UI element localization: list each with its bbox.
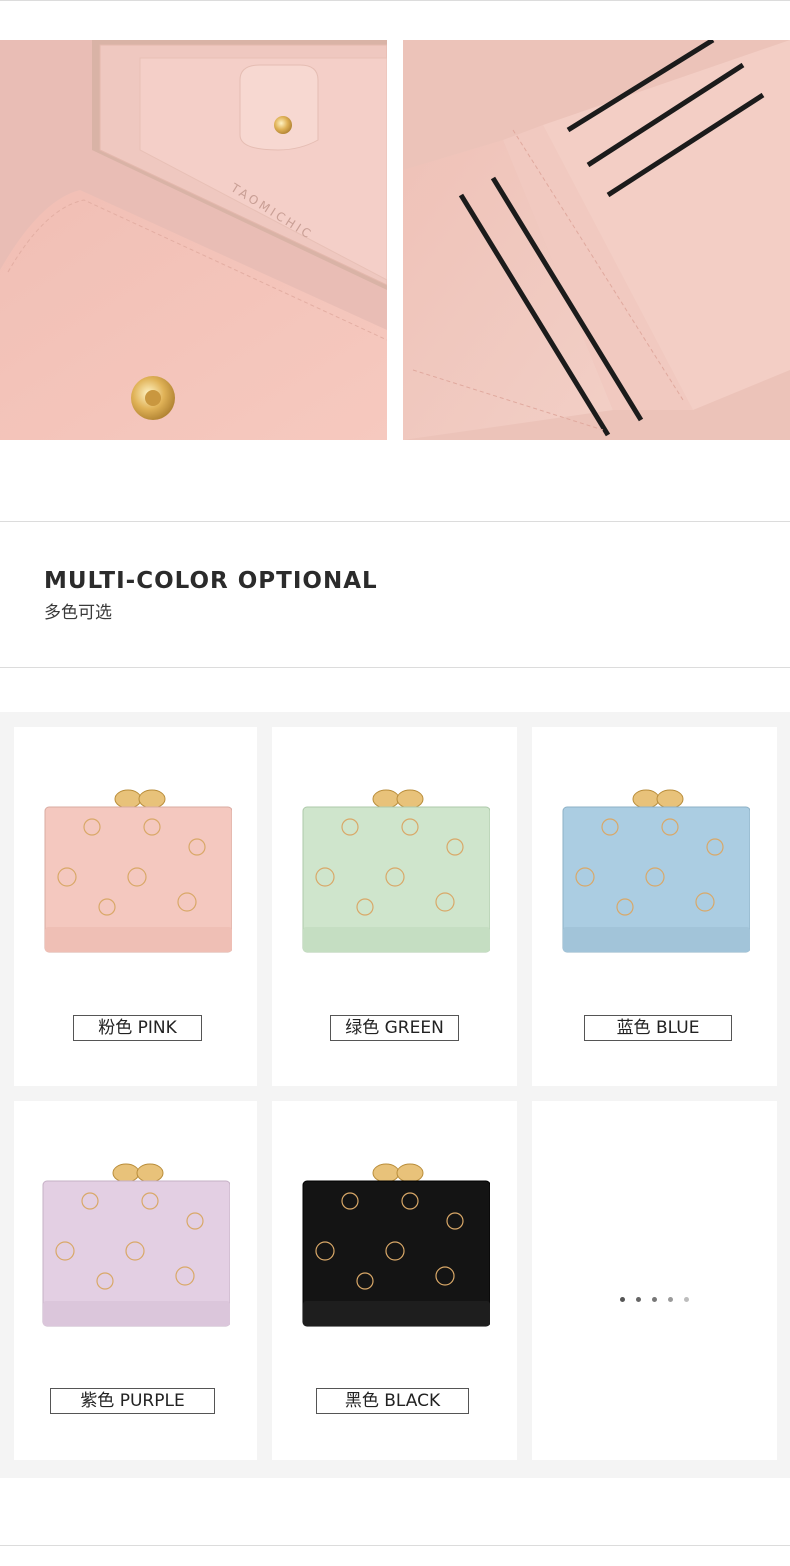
variant-card-pink[interactable]: 粉色 PINK bbox=[14, 727, 257, 1086]
snap-button-top-icon bbox=[274, 116, 292, 134]
wallet-detail-photo-card-slots bbox=[403, 40, 790, 440]
black-wallet-image bbox=[302, 1163, 490, 1327]
pagination-dot[interactable] bbox=[668, 1297, 673, 1302]
top-divider bbox=[0, 0, 790, 1]
blue-wallet-image bbox=[562, 789, 750, 953]
pagination-dots bbox=[620, 1297, 689, 1302]
variant-label-black: 黑色 BLACK bbox=[316, 1388, 469, 1414]
wallet-card-slots-illustration bbox=[403, 40, 790, 440]
variant-card-blue[interactable]: 蓝色 BLUE bbox=[532, 727, 777, 1086]
variant-label-pink: 粉色 PINK bbox=[73, 1015, 202, 1041]
purple-wallet-image bbox=[42, 1163, 230, 1327]
variant-label-green: 绿色 GREEN bbox=[330, 1015, 459, 1041]
variant-label-purple: 紫色 PURPLE bbox=[50, 1388, 215, 1414]
variant-card-black[interactable]: 黑色 BLACK bbox=[272, 1101, 517, 1460]
bottom-divider bbox=[0, 1545, 790, 1546]
wallet-interior-illustration: TAOMICHIC bbox=[0, 40, 387, 440]
pagination-dot[interactable] bbox=[684, 1297, 689, 1302]
pagination-dot[interactable] bbox=[652, 1297, 657, 1302]
variant-label-blue: 蓝色 BLUE bbox=[584, 1015, 732, 1041]
variant-card-purple[interactable]: 紫色 PURPLE bbox=[14, 1101, 257, 1460]
pagination-dot[interactable] bbox=[620, 1297, 625, 1302]
wallet-detail-photo-inside: TAOMICHIC bbox=[0, 40, 387, 440]
section-title: MULTI-COLOR OPTIONAL bbox=[44, 568, 378, 594]
green-wallet-image bbox=[302, 789, 490, 953]
section-divider-bottom bbox=[0, 667, 790, 668]
pink-wallet-image bbox=[44, 789, 232, 953]
pagination-dot[interactable] bbox=[636, 1297, 641, 1302]
section-subtitle: 多色可选 bbox=[44, 603, 112, 623]
variant-card-green[interactable]: 绿色 GREEN bbox=[272, 727, 517, 1086]
variant-card-empty bbox=[532, 1101, 777, 1460]
section-divider-top bbox=[0, 521, 790, 522]
